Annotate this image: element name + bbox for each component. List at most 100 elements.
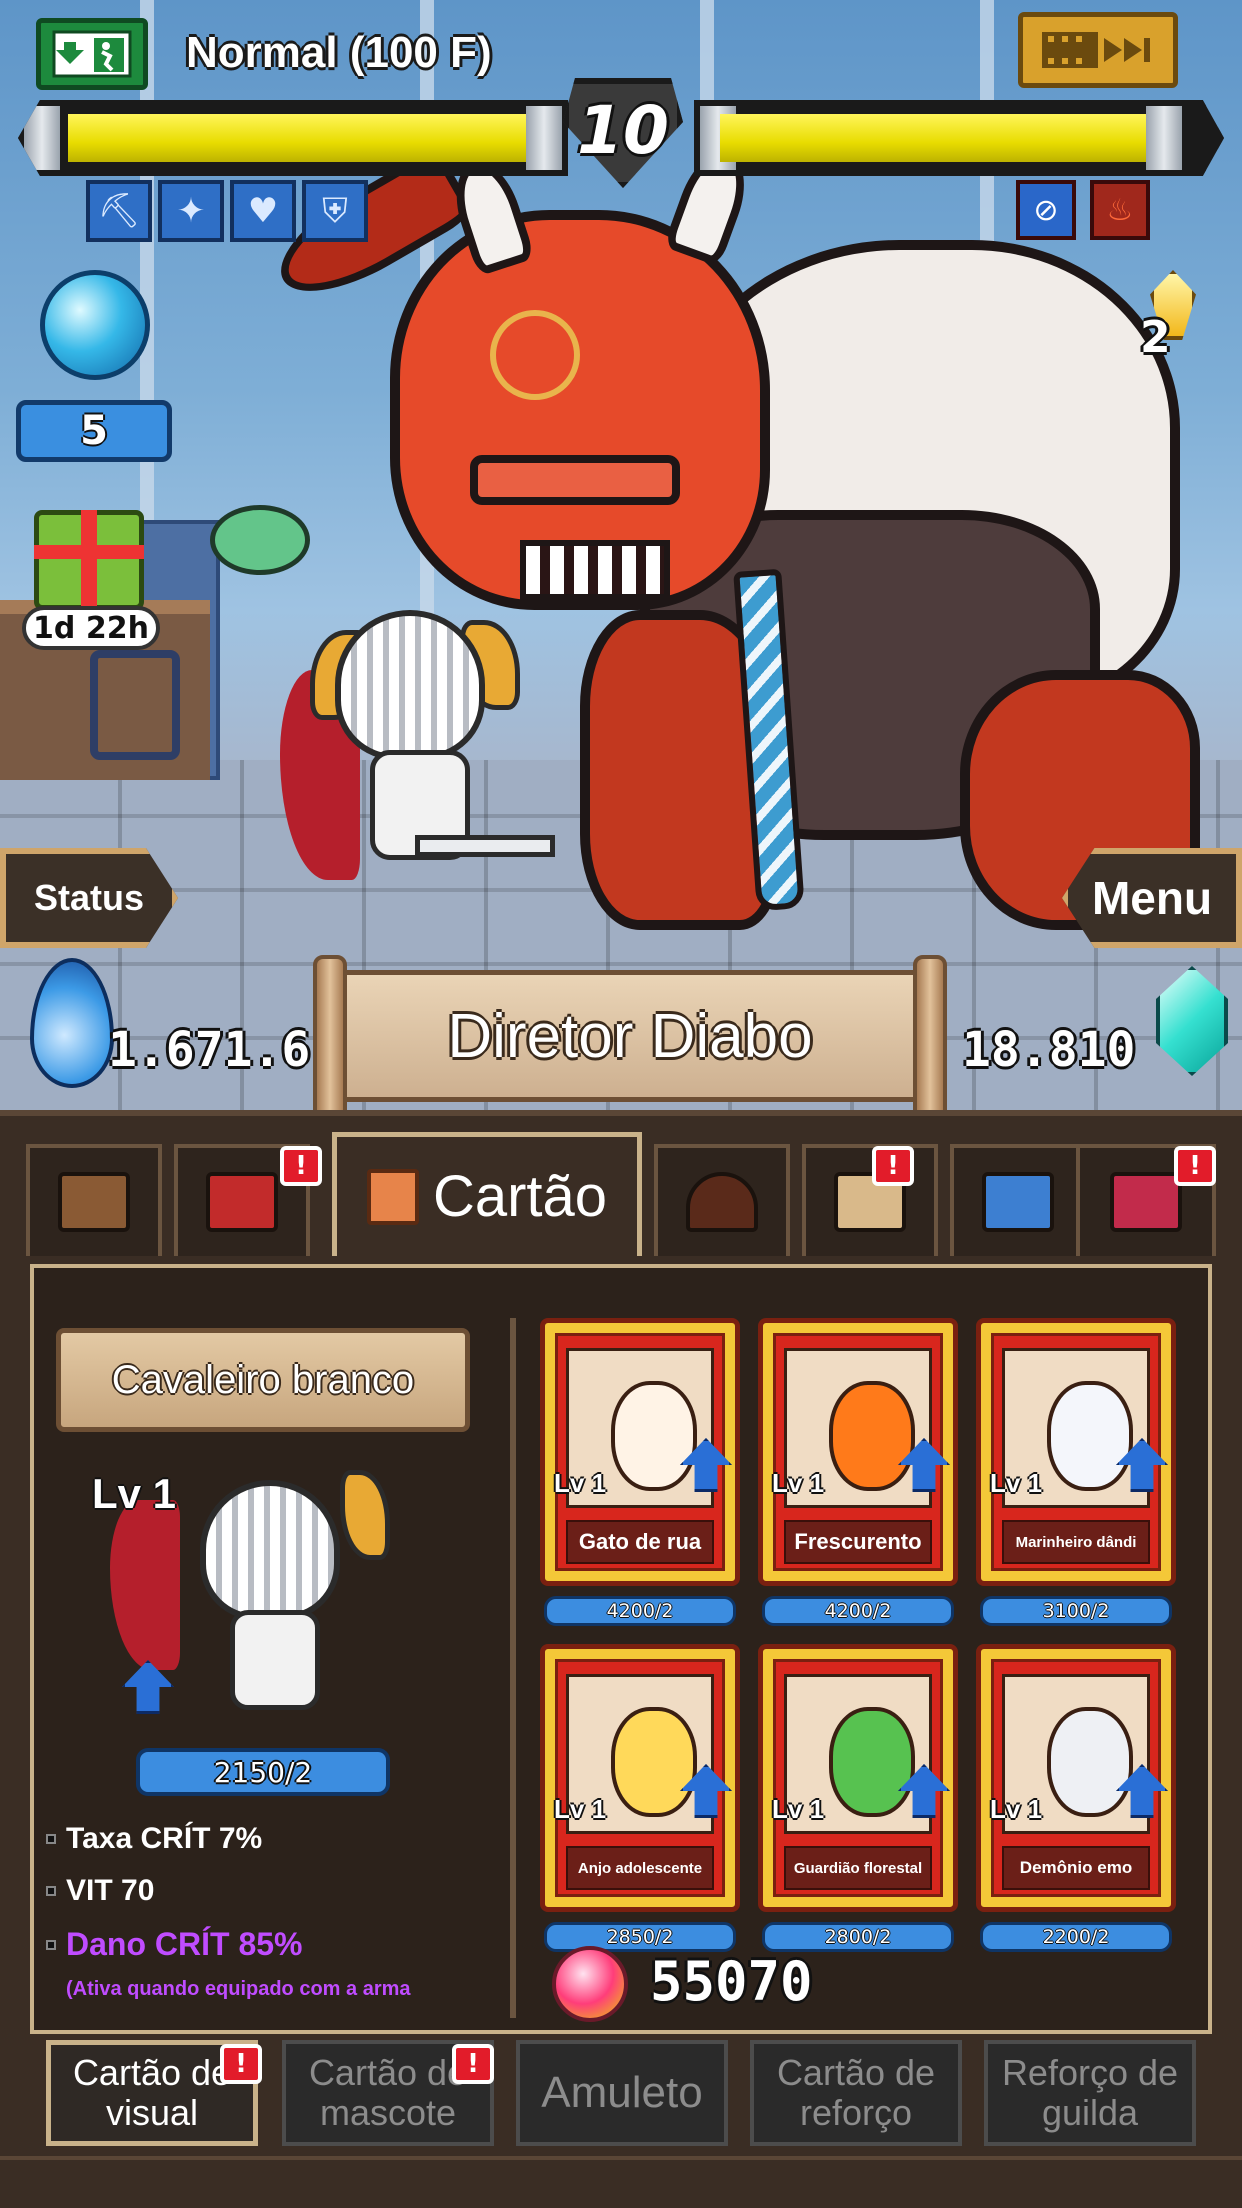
- card-gem-value: 55070: [650, 1950, 813, 2013]
- panel-divider: [510, 1318, 516, 2018]
- hero-helmet: [335, 610, 485, 760]
- boss-hp-fill: [720, 114, 1160, 162]
- dungeon-gate-icon: [686, 1172, 758, 1232]
- card-progress: 3100/2: [980, 1596, 1172, 1626]
- card-item[interactable]: Frescurento Lv 1 4200/2: [758, 1318, 958, 1640]
- boss-emblem: [490, 310, 580, 400]
- character-body: [230, 1610, 320, 1710]
- card-level: Lv 1: [554, 1794, 607, 1824]
- card-item[interactable]: Marinheiro dândi Lv 1 3100/2: [976, 1318, 1176, 1640]
- chest-tab[interactable]: [26, 1144, 162, 1256]
- level-up-arrow-icon: [206, 1172, 278, 1232]
- axe-buff-icon[interactable]: ⛏: [86, 180, 152, 242]
- card-level: Lv 1: [772, 1468, 825, 1498]
- category-tabs: ! Cartão ! !: [26, 1132, 1216, 1262]
- card-gem-icon: [552, 1946, 628, 2022]
- round-counter-badge: 10: [548, 60, 698, 200]
- drop-currency-value: 1.671.6: [108, 1022, 311, 1078]
- player-hp-bar: [18, 100, 568, 176]
- angel-face-icon: [611, 1707, 697, 1817]
- level-up-alert-icon: !: [280, 1146, 322, 1186]
- tab-boost-card[interactable]: Cartão de reforço: [750, 2040, 962, 2146]
- card-progress: 4200/2: [544, 1596, 736, 1626]
- stat-note: (Ativa quando equipado com a arma: [66, 1978, 411, 2000]
- hp-bar-cap: [1146, 106, 1182, 170]
- orb-count: 5: [16, 400, 172, 462]
- cards-tab[interactable]: Cartão: [332, 1132, 642, 1256]
- exit-door-icon: [52, 30, 132, 78]
- card-name: Anjo adolescente: [566, 1846, 714, 1890]
- character-level: Lv 1: [92, 1470, 177, 1517]
- card-name: Gato de rua: [566, 1520, 714, 1564]
- card-item[interactable]: Demônio emo Lv 1 2200/2: [976, 1644, 1176, 1966]
- treasure-chest-icon: [1110, 1172, 1182, 1232]
- visual-card-alert-icon: !: [220, 2044, 262, 2084]
- exit-button[interactable]: [36, 18, 148, 90]
- card-name: Frescurento: [784, 1520, 932, 1564]
- character-helmet: [200, 1480, 340, 1620]
- hero-sword: [415, 835, 555, 857]
- footer-bar: [0, 2156, 1242, 2208]
- character-cape: [110, 1500, 180, 1670]
- guild-banner-icon: [982, 1172, 1054, 1232]
- card-progress: 4200/2: [762, 1596, 954, 1626]
- status-button[interactable]: Status: [0, 848, 178, 948]
- boss-name: Diretor Diabo: [447, 1001, 813, 1071]
- emo-demon-face-icon: [1047, 1707, 1133, 1817]
- cards-tab-label: Cartão: [432, 1164, 608, 1229]
- menu-button[interactable]: Menu: [1062, 848, 1242, 948]
- character-name: Cavaleiro branco: [111, 1357, 415, 1402]
- scroll-alert-icon: !: [872, 1146, 914, 1186]
- gold-gem-count: 2: [1140, 312, 1171, 363]
- treasure-alert-icon: !: [1174, 1146, 1216, 1186]
- card-level: Lv 1: [990, 1794, 1043, 1824]
- fast-forward-button[interactable]: [1018, 12, 1178, 88]
- magic-wand-buff-icon[interactable]: ✦: [158, 180, 224, 242]
- fire-debuff-icon[interactable]: ♨: [1090, 180, 1150, 240]
- hero-knight-sprite: [280, 590, 555, 910]
- stage-label: Normal (100 F): [186, 28, 492, 77]
- card-name: Guardião florestal: [784, 1846, 932, 1890]
- card-item[interactable]: Gato de rua Lv 1 4200/2: [540, 1318, 740, 1640]
- player-hp-fill: [68, 114, 538, 162]
- office-chair: [90, 650, 180, 760]
- bullet-icon: [46, 1834, 56, 1844]
- card-progress: 2200/2: [980, 1922, 1172, 1952]
- boss-name-scroll: Diretor Diabo: [313, 955, 947, 1133]
- mascot-card-alert-icon: !: [452, 2044, 494, 2084]
- stat-crit-damage-text: Dano CRÍT 85%: [66, 1926, 303, 1962]
- film-skip-icon: [1042, 32, 1150, 68]
- sailor-face-icon: [1047, 1381, 1133, 1491]
- stat-crit-rate-text: Taxa CRÍT 7%: [66, 1822, 263, 1855]
- scroll-tab[interactable]: [802, 1144, 938, 1256]
- carrot-face-icon: [829, 1381, 915, 1491]
- character-name-scroll: Cavaleiro branco: [56, 1328, 470, 1432]
- no-skill-debuff-icon[interactable]: ⊘: [1016, 180, 1076, 240]
- card-name: Marinheiro dândi: [1002, 1520, 1150, 1564]
- stat-vit-text: VIT 70: [66, 1874, 155, 1907]
- gift-timer: 1d 22h: [22, 606, 160, 650]
- shield-buff-icon[interactable]: ⛨: [302, 180, 368, 242]
- heart-regen-buff-icon[interactable]: ♥: [230, 180, 296, 242]
- diamond-currency-value: 18.810: [962, 1022, 1136, 1078]
- card-level: Lv 1: [554, 1468, 607, 1498]
- round-number: 10: [577, 91, 669, 169]
- cards-icon: [366, 1168, 419, 1225]
- tab-guild-boost[interactable]: Reforço de guilda: [984, 2040, 1196, 2146]
- stat-vit: VIT 70: [46, 1874, 154, 1908]
- spirit-orb-icon[interactable]: [40, 270, 150, 380]
- character-horn: [340, 1470, 390, 1560]
- card-item[interactable]: Guardião florestal Lv 1 2800/2: [758, 1644, 958, 1966]
- tab-amulet[interactable]: Amuleto: [516, 2040, 728, 2146]
- dungeon-tab[interactable]: [654, 1144, 790, 1256]
- boss-hp-bar: [694, 100, 1224, 176]
- stat-crit-rate: Taxa CRÍT 7%: [46, 1822, 262, 1856]
- stat-crit-damage: Dano CRÍT 85%: [46, 1926, 302, 1963]
- card-item[interactable]: Anjo adolescente Lv 1 2850/2: [540, 1644, 740, 1966]
- bullet-icon: [46, 1886, 56, 1896]
- guild-banner-tab[interactable]: [950, 1144, 1086, 1256]
- card-progress: 2800/2: [762, 1922, 954, 1952]
- card-progress: 2850/2: [544, 1922, 736, 1952]
- gift-box-icon[interactable]: [34, 510, 144, 610]
- forest-guardian-face-icon: [829, 1707, 915, 1817]
